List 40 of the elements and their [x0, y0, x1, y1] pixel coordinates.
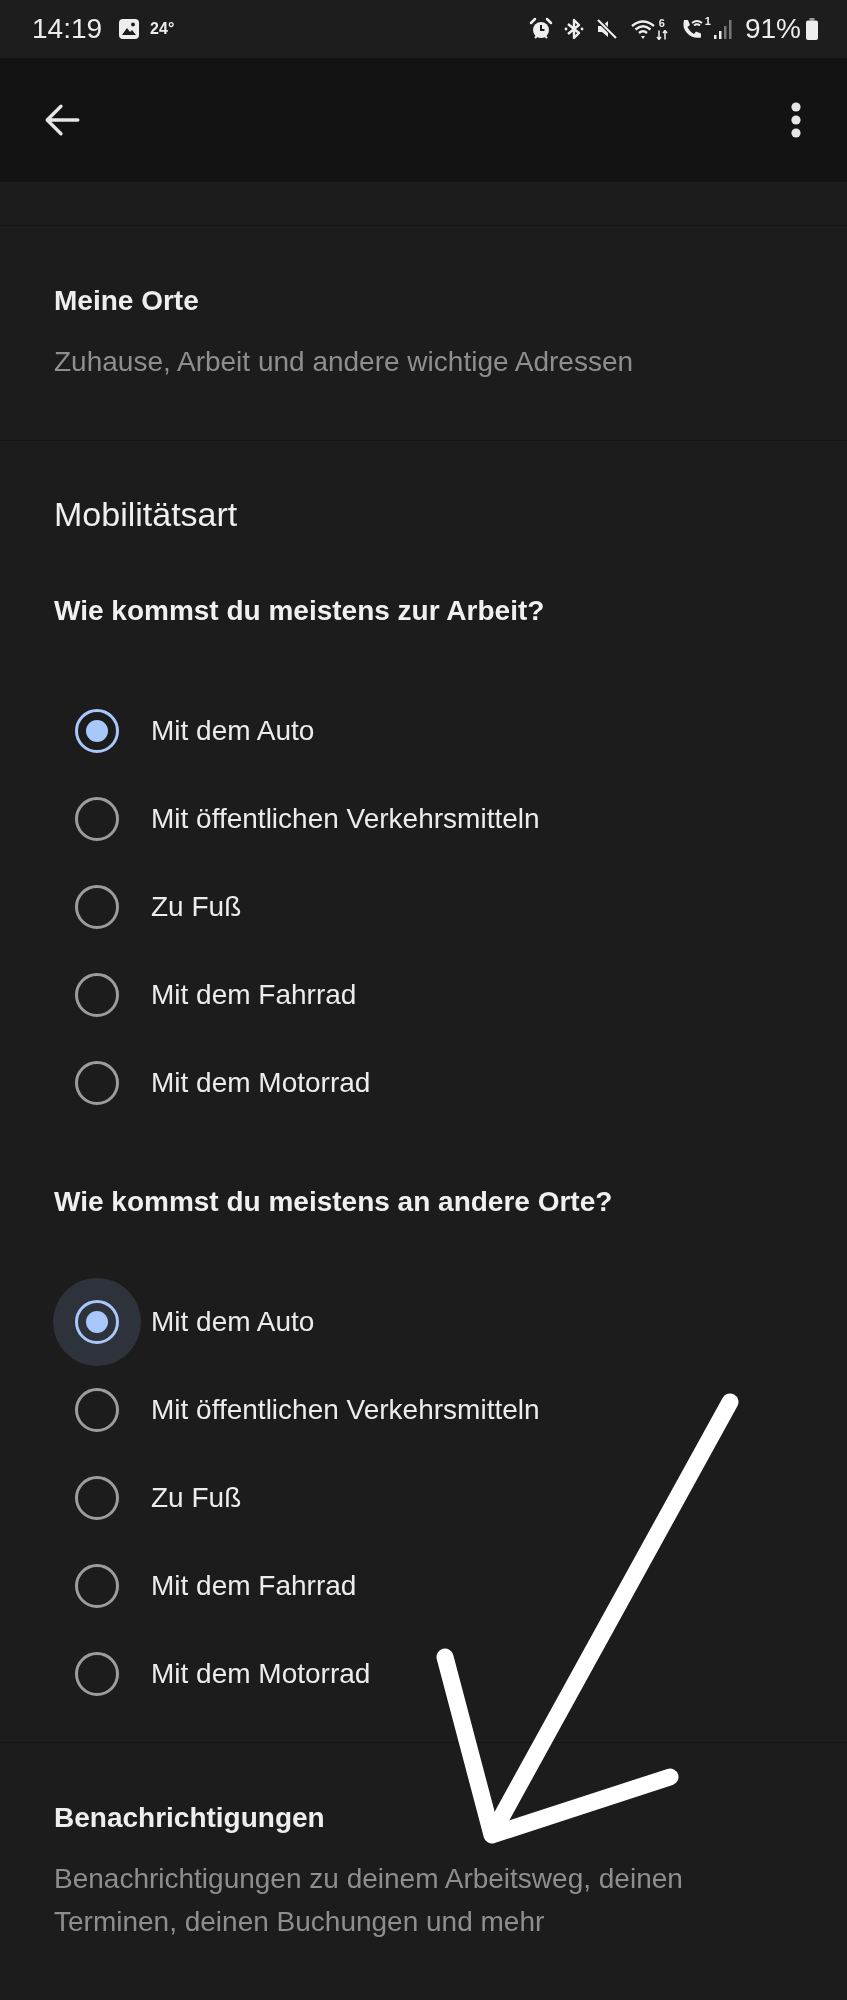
- item-title[interactable]: Benachrichtigungen: [54, 1800, 325, 1836]
- image-icon: [118, 18, 141, 40]
- radio-button[interactable]: [75, 709, 119, 753]
- option-label[interactable]: Zu Fuß: [151, 891, 242, 923]
- item-description: Zuhause, Arbeit und andere wichtige Adressen: [54, 345, 635, 379]
- radio-button[interactable]: [75, 973, 119, 1017]
- radio-button[interactable]: [75, 1652, 119, 1696]
- more-icon: [791, 102, 801, 138]
- wifi-icon: [630, 18, 655, 40]
- alarm-icon: [528, 17, 553, 41]
- clock-time: 14:19: [32, 13, 103, 45]
- signal-icon: [712, 17, 733, 41]
- option-label[interactable]: Mit dem Fahrrad: [151, 1570, 357, 1602]
- sim-slot-label: 1: [704, 16, 711, 27]
- option-label[interactable]: Zu Fuß: [151, 1482, 242, 1514]
- question-text: Wie kommst du meistens zur Arbeit?: [54, 594, 545, 628]
- option-label[interactable]: Mit öffentlichen Verkehrsmitteln: [151, 1394, 540, 1426]
- option-label[interactable]: Mit dem Motorrad: [151, 1067, 371, 1099]
- mute-icon: [594, 17, 619, 41]
- option-label[interactable]: Mit dem Fahrrad: [151, 979, 357, 1011]
- wifi-standard-label: 6: [658, 18, 665, 29]
- question-text: Wie kommst du meistens an andere Orte?: [54, 1185, 613, 1219]
- up-down-arrows-icon: [655, 30, 668, 40]
- option-label[interactable]: Mit dem Motorrad: [151, 1658, 371, 1690]
- radio-button[interactable]: [75, 1388, 119, 1432]
- battery-icon: [805, 17, 819, 41]
- item-description: Benachrichtigungen zu deinem Arbeitsweg, deinen Terminen, deinen Buchungen und mehr: [54, 1862, 684, 1939]
- item-title[interactable]: Meine Orte: [54, 283, 199, 319]
- option-label[interactable]: Mit öffentlichen Verkehrsmitteln: [151, 803, 540, 835]
- option-label[interactable]: Mit dem Auto: [151, 715, 315, 747]
- radio-button[interactable]: [75, 1564, 119, 1608]
- radio-button[interactable]: [75, 1061, 119, 1105]
- radio-button[interactable]: [75, 797, 119, 841]
- radio-button[interactable]: [75, 885, 119, 929]
- section-heading: Mobilitätsart: [54, 494, 238, 535]
- battery-percentage: 91%: [744, 13, 801, 45]
- temperature-text: 24°: [150, 20, 175, 38]
- option-label[interactable]: Mit dem Auto: [151, 1306, 315, 1338]
- radio-button[interactable]: [75, 1476, 119, 1520]
- more-options-button[interactable]: [791, 102, 801, 138]
